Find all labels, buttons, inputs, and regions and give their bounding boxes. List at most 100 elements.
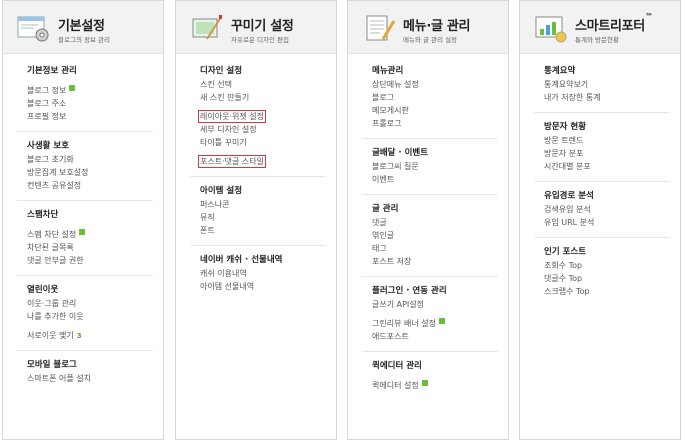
section-title: 모바일 블로그 <box>27 360 77 370</box>
menu-link-comments[interactable]: 댓글 <box>372 216 508 229</box>
section-title: 퀵에디터 관리 <box>372 361 422 371</box>
section-design: 디자인 설정 스킨 선택 새 스킨 만들기 레이아웃·위젯 설정 세부 디자인 … <box>198 65 336 168</box>
section-popular-posts: 인기 포스트 조회수 Top 댓글수 Top 스크랩수 Top <box>544 246 680 298</box>
divider <box>190 245 326 246</box>
panel-title: 기본설정 <box>58 19 105 34</box>
section-title: 방문자 현황 <box>544 122 587 132</box>
divider <box>362 138 498 139</box>
new-badge-icon <box>69 84 76 91</box>
menu-link-visitor-distribution[interactable]: 방문자 분포 <box>544 147 680 160</box>
menu-link-post-comment-style[interactable]: 포스트·댓글 스타일 <box>198 155 266 168</box>
panel-subtitle: 자유로운 디자인 편집 <box>231 36 289 44</box>
menu-link-personacon[interactable]: 퍼스나콘 <box>200 198 336 211</box>
section-post-manage: 글 관리 댓글 엮인글 태그 포스트 저장 <box>372 203 508 268</box>
menu-link-blog-address[interactable]: 블로그 주소 <box>27 97 163 110</box>
menu-link-mutual-neighbors[interactable]: 서로이웃 맺기 <box>27 331 74 340</box>
menu-link-detail-design[interactable]: 세부 디자인 설정 <box>200 123 336 136</box>
new-badge-icon <box>79 228 86 235</box>
menu-link-url-inflow[interactable]: 유입 URL 분석 <box>544 216 680 229</box>
panel-design-settings: 꾸미기 설정 자유로운 디자인 편집 디자인 설정 스킨 선택 새 스킨 만들기… <box>175 0 337 440</box>
section-neighbors: 열린이웃 이웃·그룹 관리 나를 추가한 이웃 서로이웃 맺기 3 <box>27 284 163 342</box>
menu-link-comments-top[interactable]: 댓글수 Top <box>544 272 680 285</box>
section-delivery-event: 글배달 · 이벤트 블로그씨 질문 이벤트 <box>372 147 508 186</box>
menu-link-prologue[interactable]: 프롤로그 <box>372 117 508 130</box>
menu-link-layout-widget[interactable]: 레이아웃·위젯 설정 <box>198 110 266 123</box>
divider <box>190 176 326 177</box>
section-title: 글 관리 <box>372 204 399 214</box>
menu-link-search-inflow[interactable]: 검색유입 분석 <box>544 203 680 216</box>
menu-link-event[interactable]: 이벤트 <box>372 173 508 186</box>
menu-link-content-share[interactable]: 컨텐츠 공유설정 <box>27 179 163 192</box>
section-title: 글배달 · 이벤트 <box>372 148 429 158</box>
section-title: 아이템 설정 <box>200 186 243 196</box>
menu-link-blog[interactable]: 블로그 <box>372 91 508 104</box>
divider <box>362 351 498 352</box>
menu-link-neighbor-groups[interactable]: 이웃·그룹 관리 <box>27 297 163 310</box>
panel-header: 스마트리포터™ 통계와 방문현황 <box>520 1 680 54</box>
menu-link-blogc-question[interactable]: 블로그씨 질문 <box>372 160 508 173</box>
panel-subtitle: 메뉴와 글 관리 설정 <box>403 36 458 44</box>
divider <box>17 131 153 132</box>
menu-link-spam-settings[interactable]: 스팸 차단 설정 <box>27 230 76 239</box>
divider <box>534 237 670 238</box>
panel-title-text: 스마트리포터 <box>575 19 645 34</box>
section-cash: 네이버 캐쉬 · 선물내역 캐쉬 이용내역 아이템 선물내역 <box>200 254 336 293</box>
section-title: 인기 포스트 <box>544 247 587 257</box>
divider <box>17 200 153 201</box>
menu-link-api-settings[interactable]: 글쓰기 API설정 <box>372 298 508 311</box>
panel-subtitle: 통계와 방문현황 <box>575 36 619 44</box>
menu-link-tags[interactable]: 태그 <box>372 242 508 255</box>
menu-link-trackbacks[interactable]: 엮인글 <box>372 229 508 242</box>
menu-link-visit-protect[interactable]: 방문집계 보호설정 <box>27 166 163 179</box>
section-title: 유입경로 분석 <box>544 191 594 201</box>
panel-subtitle: 블로그의 정보 관리 <box>58 36 110 44</box>
menu-link-green-review[interactable]: 그린리뷰 배너 설정 <box>372 319 436 328</box>
chart-board-icon <box>535 16 567 43</box>
divider <box>534 181 670 182</box>
menu-link-post-save[interactable]: 포스트 저장 <box>372 255 508 268</box>
divider <box>362 276 498 277</box>
menu-link-time-distribution[interactable]: 시간대별 분포 <box>544 160 680 173</box>
menu-link-skin-select[interactable]: 스킨 선택 <box>200 78 336 91</box>
menu-link-gift-history[interactable]: 아이템 선물내역 <box>200 280 336 293</box>
menu-link-saved-stats[interactable]: 내가 저장한 통계 <box>544 91 680 104</box>
menu-link-top-menu[interactable]: 상단메뉴 설정 <box>372 78 508 91</box>
menu-link-stats-view[interactable]: 통계요약보기 <box>544 78 680 91</box>
menu-link-comment-permission[interactable]: 댓글 안부글 권한 <box>27 254 163 267</box>
new-badge-icon <box>421 379 428 386</box>
menu-link-profile-info[interactable]: 프로필 정보 <box>27 110 163 123</box>
section-title: 사생활 보호 <box>27 141 70 151</box>
menu-link-app-install[interactable]: 스마트폰 어플 설치 <box>27 372 163 385</box>
section-title: 네이버 캐쉬 · 선물내역 <box>200 255 283 265</box>
menu-link-blog-info[interactable]: 블로그 정보 <box>27 86 66 95</box>
menu-link-music[interactable]: 뮤직 <box>200 211 336 224</box>
section-stats-summary: 통계요약 통계요약보기 내가 저장한 통계 <box>544 65 680 104</box>
section-quick-editor: 퀵에디터 관리 퀵에디터 설정 <box>372 360 508 392</box>
section-plugins: 플러그인 · 연동 관리 글쓰기 API설정 그린리뷰 배너 설정 애드포스트 <box>372 285 508 343</box>
panel-smart-reporter: 스마트리포터™ 통계와 방문현황 통계요약 통계요약보기 내가 저장한 통계 방… <box>519 0 681 440</box>
menu-link-adpost[interactable]: 애드포스트 <box>372 330 508 343</box>
menu-link-followers[interactable]: 나를 추가한 이웃 <box>27 310 163 323</box>
menu-link-blog-reset[interactable]: 블로그 초기화 <box>27 153 163 166</box>
panel-header: 기본설정 블로그의 정보 관리 <box>3 1 163 54</box>
divider <box>534 112 670 113</box>
menu-link-blocked-posts[interactable]: 차단된 글목록 <box>27 241 163 254</box>
menu-link-title-decor[interactable]: 타이틀 꾸미기 <box>200 136 336 149</box>
menu-link-font[interactable]: 폰트 <box>200 224 336 237</box>
menu-link-views-top[interactable]: 조회수 Top <box>544 259 680 272</box>
section-title: 열린이웃 <box>27 285 59 295</box>
section-spam: 스팸차단 스팸 차단 설정 차단된 글목록 댓글 안부글 권한 <box>27 209 163 267</box>
menu-link-new-skin[interactable]: 새 스킨 만들기 <box>200 91 336 104</box>
section-title: 통계요약 <box>544 66 576 76</box>
menu-link-cash-history[interactable]: 캐쉬 이용내역 <box>200 267 336 280</box>
section-referrers: 유입경로 분석 검색유입 분석 유입 URL 분석 <box>544 190 680 229</box>
section-title: 기본정보 관리 <box>27 66 77 76</box>
divider <box>17 350 153 351</box>
count-badge: 3 <box>76 332 82 340</box>
section-mobile: 모바일 블로그 스마트폰 어플 설치 <box>27 359 163 385</box>
menu-link-visit-trend[interactable]: 방문 트렌드 <box>544 134 680 147</box>
menu-link-memo-board[interactable]: 메모게시판 <box>372 104 508 117</box>
menu-link-quick-editor[interactable]: 퀵에디터 설정 <box>372 381 419 390</box>
section-title: 메뉴관리 <box>372 66 404 76</box>
menu-link-scraps-top[interactable]: 스크랩수 Top <box>544 285 680 298</box>
